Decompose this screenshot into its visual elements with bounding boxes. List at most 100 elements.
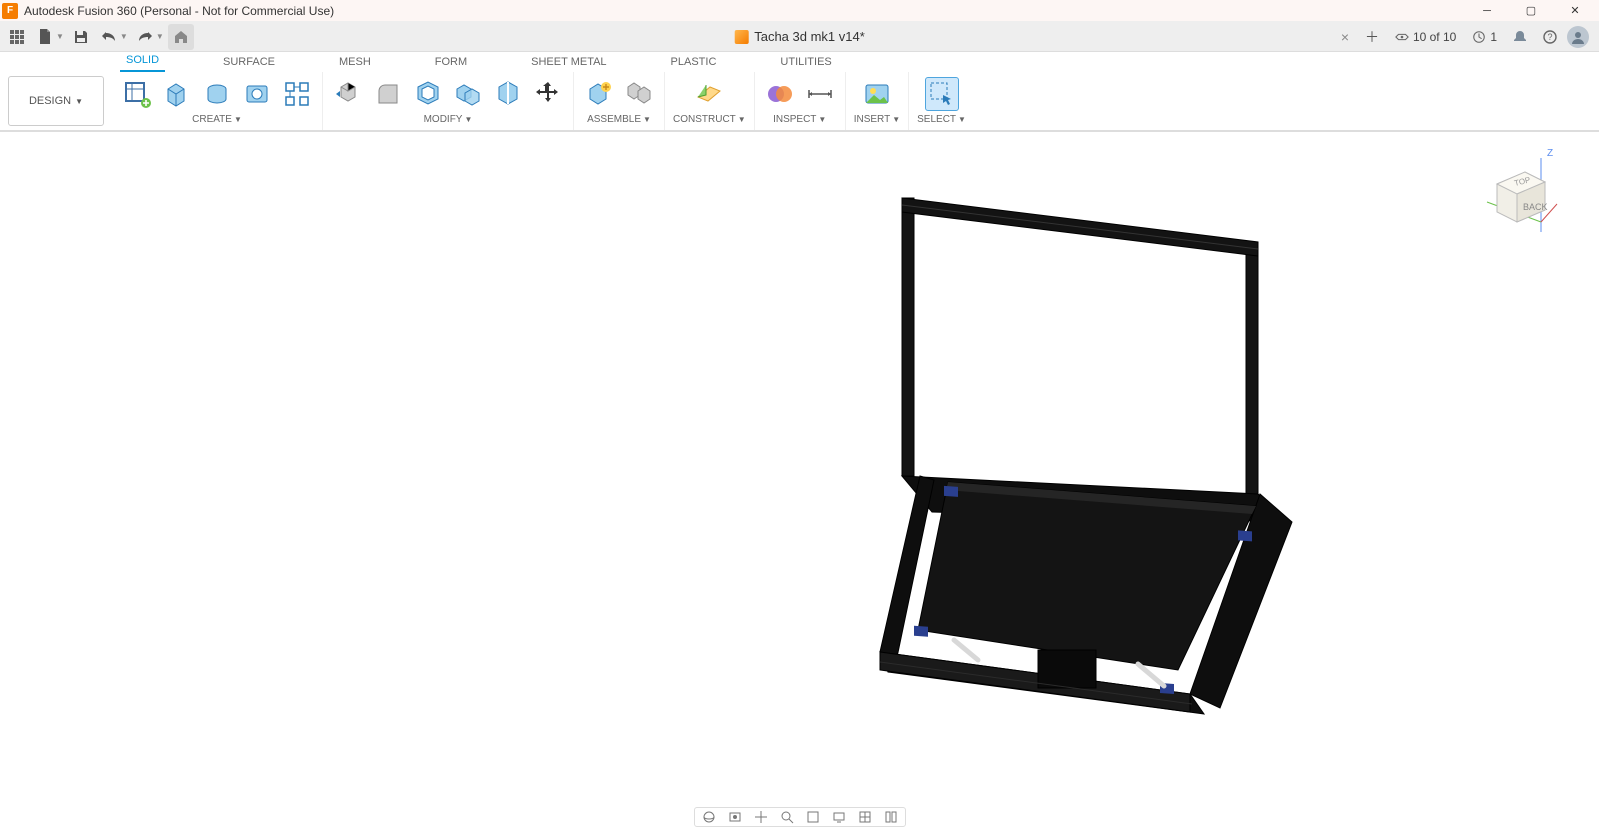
fillet-button[interactable]	[371, 77, 405, 111]
chevron-down-icon: ▼	[958, 115, 966, 124]
panel-construct-text: CONSTRUCT	[673, 114, 736, 125]
recovery-text: 10 of 10	[1413, 30, 1456, 44]
workspace-switcher[interactable]: DESIGN ▼	[8, 76, 104, 126]
file-menu-caret-icon: ▼	[56, 32, 64, 41]
data-panel-button[interactable]	[4, 24, 30, 50]
extrude-button[interactable]	[160, 77, 194, 111]
move-copy-button[interactable]	[531, 77, 565, 111]
model-render	[860, 192, 1300, 732]
create-sketch-button[interactable]	[120, 77, 154, 111]
panel-construct: CONSTRUCT▼	[665, 72, 755, 130]
document-icon	[734, 30, 748, 44]
panel-insert-text: INSERT	[854, 114, 891, 125]
close-button[interactable]: ✕	[1553, 0, 1597, 22]
job-count: 1	[1490, 30, 1497, 44]
panel-modify-label[interactable]: MODIFY▼	[424, 114, 473, 125]
document-name: Tacha 3d mk1 v14*	[754, 29, 865, 44]
undo-caret-icon: ▼	[120, 32, 128, 41]
notifications-button[interactable]	[1507, 24, 1533, 50]
tab-strip-right: × ＋ 10 of 10 1 ?	[1335, 24, 1595, 50]
panel-insert: INSERT▼	[846, 72, 909, 130]
window-title: Autodesk Fusion 360 (Personal - Not for …	[24, 4, 334, 18]
panel-assemble: ASSEMBLE▼	[574, 72, 665, 130]
panel-inspect-label[interactable]: INSPECT▼	[773, 114, 826, 125]
panel-create-label[interactable]: CREATE▼	[192, 114, 242, 125]
panel-construct-label[interactable]: CONSTRUCT▼	[673, 114, 746, 125]
chevron-down-icon: ▼	[643, 115, 651, 124]
viewport-layout-button[interactable]	[881, 809, 901, 825]
window-controls: ─ ▢ ✕	[1465, 0, 1597, 22]
viewcube-back-face: BACK	[1523, 202, 1548, 212]
shell-button[interactable]	[411, 77, 445, 111]
help-button[interactable]: ?	[1537, 24, 1563, 50]
construct-plane-button[interactable]	[692, 77, 726, 111]
panel-select-label[interactable]: SELECT▼	[917, 114, 966, 125]
quick-access-toolbar: ▼ ▼ ▼	[4, 24, 194, 50]
chevron-down-icon: ▼	[892, 115, 900, 124]
clock-icon	[1472, 30, 1486, 44]
undo-button[interactable]	[96, 24, 122, 50]
view-cube[interactable]: Z TOP BACK	[1479, 144, 1559, 224]
tab-close-button[interactable]: ×	[1335, 29, 1355, 45]
tab-plastic[interactable]: PLASTIC	[665, 54, 723, 72]
ribbon-tabs: SOLID SURFACE MESH FORM SHEET METAL PLAS…	[0, 52, 1599, 72]
home-button[interactable]	[168, 24, 194, 50]
panel-insert-label[interactable]: INSERT▼	[854, 114, 900, 125]
pan-button[interactable]	[751, 809, 771, 825]
chevron-down-icon: ▼	[234, 115, 242, 124]
tab-utilities[interactable]: UTILITIES	[774, 54, 837, 72]
interference-button[interactable]	[763, 77, 797, 111]
app-icon: F	[2, 3, 18, 19]
pattern-button[interactable]	[280, 77, 314, 111]
hole-button[interactable]	[240, 77, 274, 111]
insert-decal-button[interactable]	[860, 77, 894, 111]
recovery-status[interactable]: 10 of 10	[1389, 30, 1462, 44]
title-bar: F Autodesk Fusion 360 (Personal - Not fo…	[0, 0, 1599, 22]
select-button[interactable]	[925, 77, 959, 111]
tab-surface[interactable]: SURFACE	[217, 54, 281, 72]
file-menu-button[interactable]	[32, 24, 58, 50]
redo-caret-icon: ▼	[156, 32, 164, 41]
tab-mesh[interactable]: MESH	[333, 54, 377, 72]
recovery-icon	[1395, 30, 1409, 44]
user-avatar[interactable]	[1567, 26, 1589, 48]
ribbon: DESIGN ▼ CREATE▼	[0, 72, 1599, 132]
look-at-button[interactable]	[725, 809, 745, 825]
new-component-button[interactable]	[582, 77, 616, 111]
document-tab[interactable]: Tacha 3d mk1 v14*	[734, 29, 865, 44]
axis-z-label: Z	[1547, 148, 1553, 159]
grid-settings-button[interactable]	[855, 809, 875, 825]
save-button[interactable]	[68, 24, 94, 50]
chevron-down-icon: ▼	[818, 115, 826, 124]
split-body-button[interactable]	[491, 77, 525, 111]
redo-button[interactable]	[132, 24, 158, 50]
measure-button[interactable]	[803, 77, 837, 111]
chevron-down-icon: ▼	[738, 115, 746, 124]
press-pull-button[interactable]	[331, 77, 365, 111]
tab-form[interactable]: FORM	[429, 54, 473, 72]
minimize-button[interactable]: ─	[1465, 0, 1509, 22]
panel-create-text: CREATE	[192, 114, 232, 125]
panel-assemble-text: ASSEMBLE	[587, 114, 641, 125]
job-status[interactable]: 1	[1466, 30, 1503, 44]
panel-assemble-label[interactable]: ASSEMBLE▼	[587, 114, 651, 125]
panel-create: CREATE▼	[112, 72, 323, 130]
new-tab-button[interactable]: ＋	[1359, 24, 1385, 50]
maximize-button[interactable]: ▢	[1509, 0, 1553, 22]
svg-text:?: ?	[1547, 32, 1552, 42]
viewport[interactable]: Z TOP BACK	[0, 132, 1599, 829]
tab-sheet-metal[interactable]: SHEET METAL	[525, 54, 612, 72]
tab-strip: ▼ ▼ ▼ Tacha 3d mk1 v14* × ＋ 10 of 10 1	[0, 22, 1599, 52]
zoom-button[interactable]	[777, 809, 797, 825]
orbit-button[interactable]	[699, 809, 719, 825]
joint-button[interactable]	[622, 77, 656, 111]
display-settings-button[interactable]	[829, 809, 849, 825]
combine-button[interactable]	[451, 77, 485, 111]
panel-select: SELECT▼	[909, 72, 974, 130]
panel-select-text: SELECT	[917, 114, 956, 125]
panel-modify: MODIFY▼	[323, 72, 574, 130]
fit-button[interactable]	[803, 809, 823, 825]
revolve-button[interactable]	[200, 77, 234, 111]
panel-inspect-text: INSPECT	[773, 114, 816, 125]
tab-solid[interactable]: SOLID	[120, 52, 165, 72]
